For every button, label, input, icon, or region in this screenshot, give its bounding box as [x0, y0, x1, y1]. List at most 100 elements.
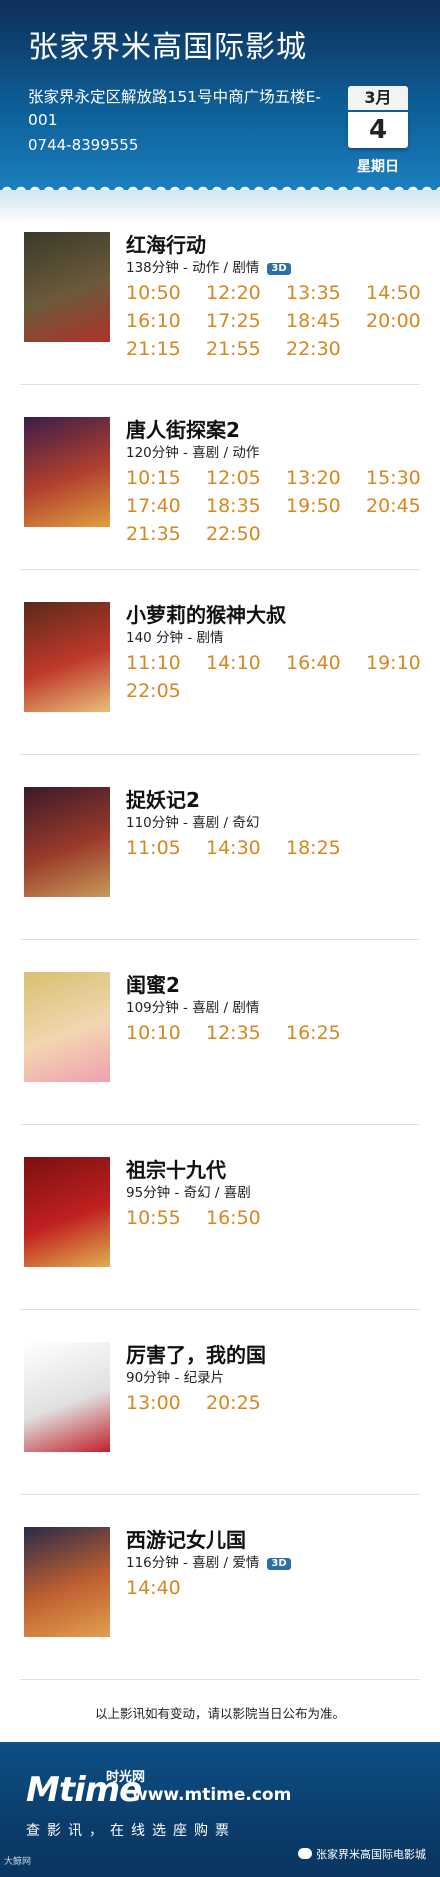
badge-3d-icon: 3D: [267, 1558, 291, 1570]
schedule-notice: 以上影讯如有变动，请以影院当日公布为准。: [94, 1706, 345, 1721]
cinema-address: 张家界永定区解放路151号中商广场五楼E-001: [28, 88, 321, 129]
movie-meta-text: 110分钟 - 喜剧 / 奇幻: [126, 815, 260, 831]
showtime[interactable]: 12:05: [206, 467, 261, 489]
movie-poster[interactable]: [24, 1527, 110, 1637]
cinema-name: 张家界米高国际影城: [28, 30, 307, 65]
showtime[interactable]: 22:30: [286, 338, 341, 360]
showtime[interactable]: 14:30: [206, 837, 261, 859]
movie-poster[interactable]: [24, 1157, 110, 1267]
showtime[interactable]: 10:15: [126, 467, 181, 489]
showtime[interactable]: 11:05: [126, 837, 181, 859]
showtime[interactable]: 13:20: [286, 467, 341, 489]
showtime[interactable]: 13:00: [126, 1392, 181, 1414]
showtime[interactable]: 11:10: [126, 652, 181, 674]
movie-meta-text: 95分钟 - 奇幻 / 喜剧: [126, 1185, 251, 1201]
cinema-phone[interactable]: 0744-8399555: [28, 136, 138, 154]
showtime[interactable]: 14:50: [366, 282, 421, 304]
showtime[interactable]: 20:25: [206, 1392, 261, 1414]
movie-title[interactable]: 西游记女儿国: [126, 1524, 246, 1553]
calendar-month: 3月: [348, 86, 408, 110]
movie-item[interactable]: 祖宗十九代 95分钟 - 奇幻 / 喜剧 10:55 16:50: [0, 1157, 440, 1343]
movie-meta-text: 138分钟 - 动作 / 剧情: [126, 260, 260, 276]
date-calendar: 3月 4 星期日: [348, 86, 408, 176]
movie-poster[interactable]: [24, 232, 110, 342]
showtime[interactable]: 10:10: [126, 1022, 181, 1044]
movie-item[interactable]: 唐人街探案2 120分钟 - 喜剧 / 动作 10:15 12:05 13:20 15:3…: [0, 417, 440, 603]
movie-divider: [20, 754, 420, 755]
movie-meta-text: 140 分钟 - 剧情: [126, 630, 224, 646]
showtime[interactable]: 20:00: [366, 310, 421, 332]
wechat-icon: [298, 1848, 312, 1859]
movie-divider: [20, 1494, 420, 1495]
movie-divider: [20, 1124, 420, 1125]
showtime[interactable]: 12:20: [206, 282, 261, 304]
movie-item[interactable]: 闺蜜2 109分钟 - 喜剧 / 剧情 10:10 12:35 16:25: [0, 972, 440, 1158]
showtime[interactable]: 21:15: [126, 338, 181, 360]
wechat-account: 张家界米高国际电影城: [298, 1846, 426, 1862]
showtime[interactable]: 21:55: [206, 338, 261, 360]
movie-poster[interactable]: [24, 417, 110, 527]
showtime[interactable]: 18:35: [206, 495, 261, 517]
movie-title[interactable]: 小萝莉的猴神大叔: [126, 599, 286, 628]
mtime-url-link[interactable]: www.mtime.com: [132, 1785, 291, 1805]
movie-poster[interactable]: [24, 787, 110, 897]
movie-title[interactable]: 捉妖记2: [126, 784, 200, 813]
showtime[interactable]: 10:55: [126, 1207, 181, 1229]
showtime[interactable]: 14:10: [206, 652, 261, 674]
header-zigzag-edge: [0, 180, 440, 190]
badge-3d-icon: 3D: [267, 263, 291, 275]
movie-poster[interactable]: [24, 972, 110, 1082]
showtime[interactable]: 17:25: [206, 310, 261, 332]
showtime[interactable]: 10:50: [126, 282, 181, 304]
movie-item[interactable]: 厉害了，我的国 90分钟 - 纪录片 13:00 20:25: [0, 1342, 440, 1528]
movie-item[interactable]: 捉妖记2 110分钟 - 喜剧 / 奇幻 11:05 14:30 18:25: [0, 787, 440, 973]
movie-title[interactable]: 红海行动: [126, 229, 206, 258]
movie-meta: 90分钟 - 纪录片: [126, 1366, 224, 1386]
showtime[interactable]: 20:45: [366, 495, 421, 517]
movie-meta: 140 分钟 - 剧情: [126, 626, 224, 646]
movie-title[interactable]: 闺蜜2: [126, 969, 180, 998]
movie-poster[interactable]: [24, 602, 110, 712]
movie-poster[interactable]: [24, 1342, 110, 1452]
movie-meta: 138分钟 - 动作 / 剧情 3D: [126, 256, 291, 276]
movie-meta-text: 120分钟 - 喜剧 / 动作: [126, 445, 260, 461]
movie-divider: [20, 939, 420, 940]
calendar-weekday: 星期日: [357, 159, 399, 175]
movie-item[interactable]: 西游记女儿国 116分钟 - 喜剧 / 爱情 3D 14:40: [0, 1527, 440, 1713]
showtime[interactable]: 19:50: [286, 495, 341, 517]
movie-meta: 109分钟 - 喜剧 / 剧情: [126, 996, 259, 1016]
movie-meta: 116分钟 - 喜剧 / 爱情 3D: [126, 1551, 291, 1571]
showtime[interactable]: 22:05: [126, 680, 181, 702]
showtime[interactable]: 19:10: [366, 652, 421, 674]
movie-meta-text: 90分钟 - 纪录片: [126, 1370, 225, 1386]
movie-title[interactable]: 祖宗十九代: [126, 1154, 226, 1183]
wechat-account-name: 张家界米高国际电影城: [316, 1848, 426, 1861]
showtime[interactable]: 16:25: [286, 1022, 341, 1044]
showtime[interactable]: 16:50: [206, 1207, 261, 1229]
movie-item[interactable]: 红海行动 138分钟 - 动作 / 剧情 3D 10:50 12:20 13:35 14:5…: [0, 232, 440, 418]
showtime[interactable]: 22:50: [206, 523, 261, 545]
movie-title[interactable]: 厉害了，我的国: [126, 1339, 266, 1368]
movie-meta: 110分钟 - 喜剧 / 奇幻: [126, 811, 259, 831]
movie-item[interactable]: 小萝莉的猴神大叔 140 分钟 - 剧情 11:10 14:10 16:40 19:10 2…: [0, 602, 440, 788]
showtime[interactable]: 18:45: [286, 310, 341, 332]
showtime[interactable]: 18:25: [286, 837, 341, 859]
movie-divider: [20, 384, 420, 385]
movie-divider: [20, 1309, 420, 1310]
calendar-day: 4: [348, 112, 408, 148]
movie-title[interactable]: 唐人街探案2: [126, 414, 240, 443]
showtime[interactable]: 12:35: [206, 1022, 261, 1044]
movie-divider: [20, 569, 420, 570]
showtime[interactable]: 16:10: [126, 310, 181, 332]
showtime[interactable]: 15:30: [366, 467, 421, 489]
showtime[interactable]: 16:40: [286, 652, 341, 674]
showtime[interactable]: 14:40: [126, 1577, 181, 1599]
header-fade: [0, 190, 440, 224]
movie-meta-text: 109分钟 - 喜剧 / 剧情: [126, 1000, 260, 1016]
showtime[interactable]: 17:40: [126, 495, 181, 517]
movie-divider: [20, 1679, 420, 1680]
watermark: 大鲸网: [4, 1857, 32, 1867]
showtime[interactable]: 13:35: [286, 282, 341, 304]
showtime[interactable]: 21:35: [126, 523, 181, 545]
mtime-slogan: 查影讯，在线选座购票: [26, 1823, 236, 1839]
